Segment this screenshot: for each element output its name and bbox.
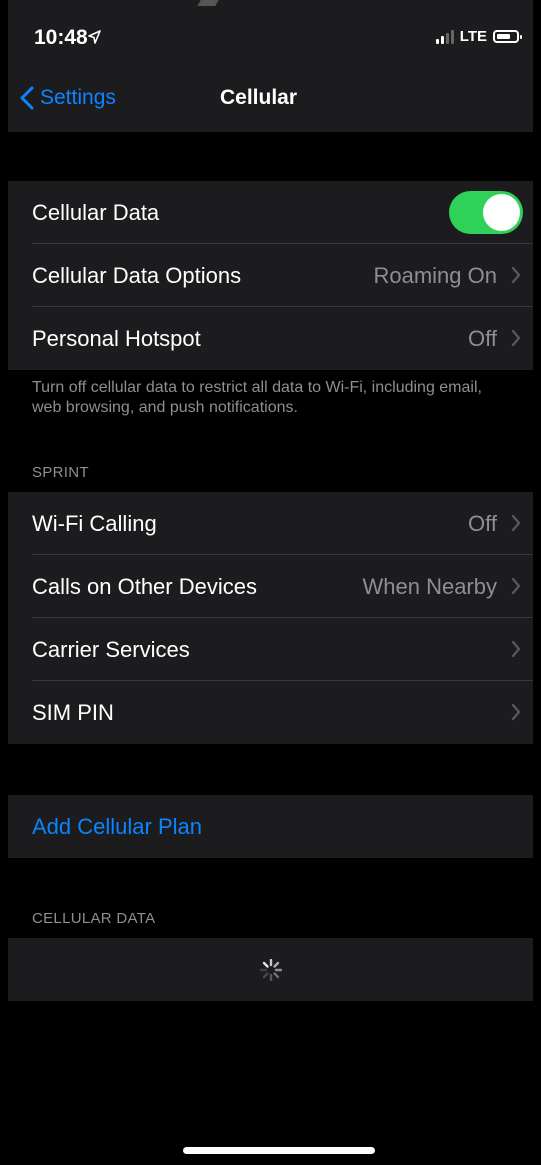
calls-on-other-devices-value: When Nearby [362,573,497,599]
wifi-calling-label: Wi-Fi Calling [32,510,157,536]
cellular-data-footnote: Turn off cellular data to restrict all d… [32,379,482,416]
cellular-data-toggle[interactable] [449,191,523,234]
cellular-data-options-row[interactable]: Cellular Data Options Roaming On [8,244,533,307]
cellular-data-row: Cellular Data [8,181,533,244]
chevron-right-icon [511,266,521,284]
cellular-data-options-value: Roaming On [373,262,497,288]
home-indicator[interactable] [183,1147,375,1154]
sprint-group: Wi-Fi Calling Off Calls on Other Devices… [8,492,533,744]
cellular-data-group: Cellular Data Cellular Data Options Roam… [8,181,533,370]
page-title: Cellular [219,86,298,109]
navigation-bar: Settings Cellular [8,80,533,132]
battery-icon [493,30,522,43]
personal-hotspot-row[interactable]: Personal Hotspot Off [8,307,533,370]
network-type: LTE [459,28,487,45]
add-cellular-plan-row[interactable]: Add Cellular Plan [8,795,533,858]
personal-hotspot-value: Off [468,325,497,351]
location-arrow-icon [88,30,101,44]
status-edge [197,0,219,6]
status-bar: 10:48 LTE [8,0,533,80]
wifi-calling-row[interactable]: Wi-Fi Calling Off [8,492,533,555]
cellular-data-label: Cellular Data [32,199,160,225]
chevron-right-icon [511,329,521,347]
calls-on-other-devices-row[interactable]: Calls on Other Devices When Nearby [8,555,533,618]
section-header-cellular-data: CELLULAR DATA [32,910,156,927]
section-header-sprint: SPRINT [32,464,89,481]
loading-spinner-icon [259,958,282,981]
status-time: 10:48 [34,26,88,49]
chevron-right-icon [511,514,521,532]
cellular-data-usage-group [8,938,533,1001]
carrier-services-label: Carrier Services [32,636,190,662]
add-cellular-plan-group: Add Cellular Plan [8,795,533,858]
wifi-calling-value: Off [468,510,497,536]
sim-pin-row[interactable]: SIM PIN [8,681,533,744]
calls-on-other-devices-label: Calls on Other Devices [32,573,257,599]
personal-hotspot-label: Personal Hotspot [32,325,201,351]
chevron-right-icon [511,703,521,721]
toggle-knob [483,194,520,231]
sim-pin-label: SIM PIN [32,699,114,725]
signal-strength-icon [435,29,454,44]
chevron-right-icon [511,640,521,658]
chevron-right-icon [511,577,521,595]
cellular-data-options-label: Cellular Data Options [32,262,242,288]
carrier-services-row[interactable]: Carrier Services [8,618,533,681]
add-cellular-plan-button[interactable]: Add Cellular Plan [32,814,202,840]
